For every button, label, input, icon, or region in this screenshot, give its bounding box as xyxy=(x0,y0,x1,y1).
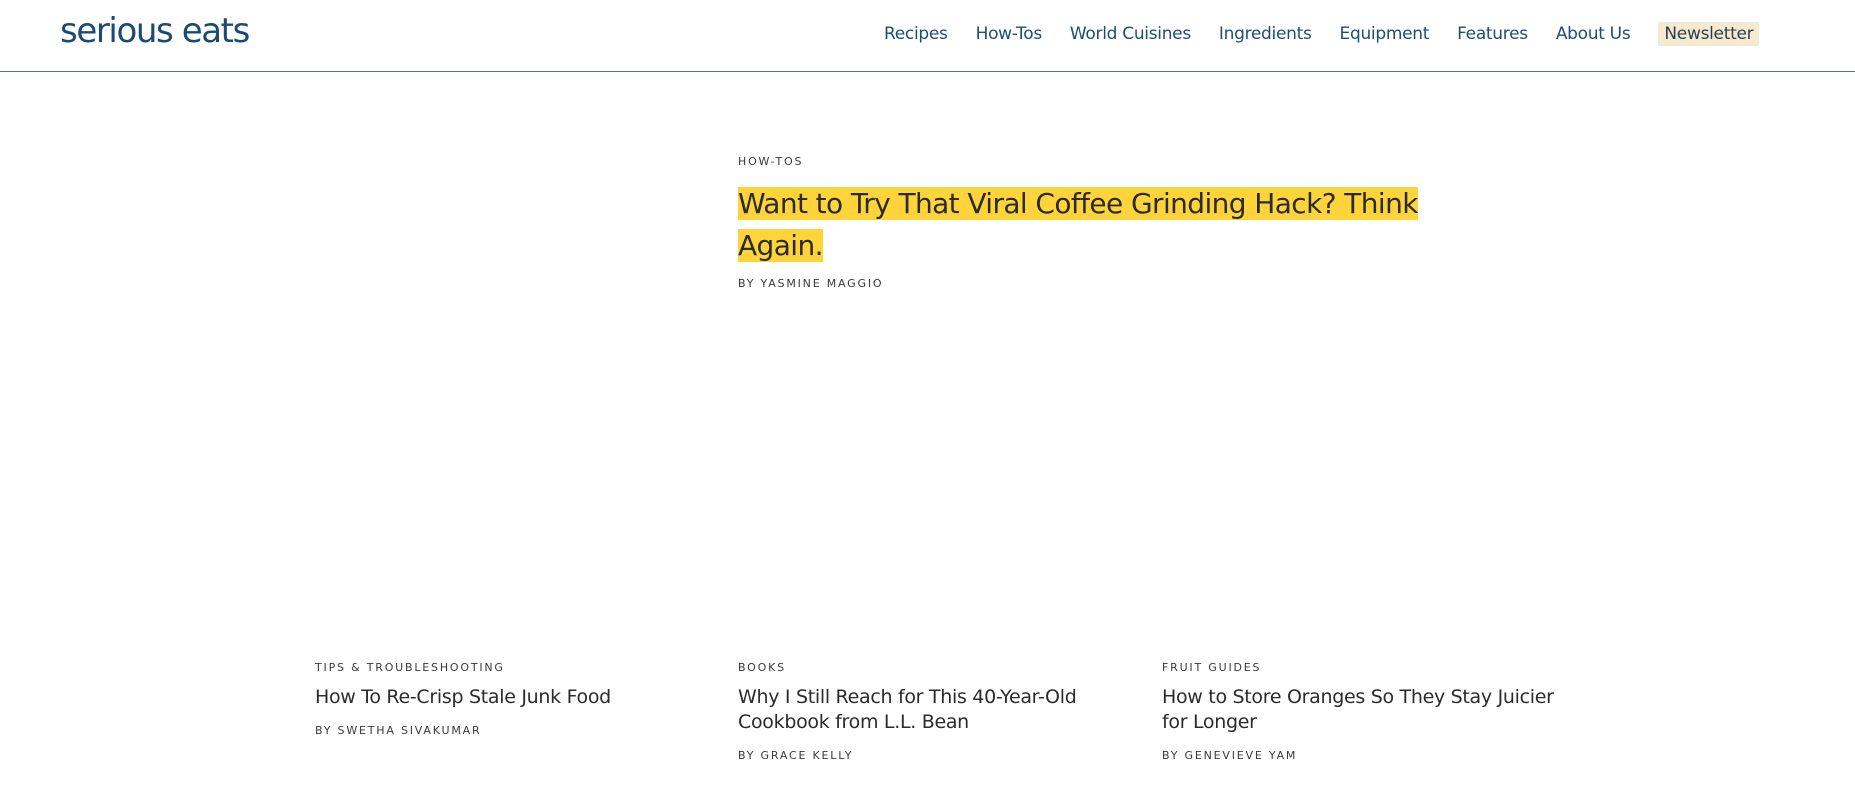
card-byline: BY SWETHA SIVAKUMAR xyxy=(315,724,482,737)
hero-category-link[interactable]: HOW-TOS xyxy=(738,155,803,168)
nav-how-tos[interactable]: How-Tos xyxy=(976,22,1043,46)
site-header: serious eats Recipes How-Tos World Cuisi… xyxy=(0,0,1855,72)
nav-newsletter-button[interactable]: Newsletter xyxy=(1658,22,1760,46)
nav-features[interactable]: Features xyxy=(1457,22,1528,46)
card-category[interactable]: FRUIT GUIDES xyxy=(1162,661,1261,674)
card-title[interactable]: How To Re-Crisp Stale Junk Food xyxy=(315,685,715,710)
nav-ingredients[interactable]: Ingredients xyxy=(1219,22,1312,46)
card-byline: BY GENEVIEVE YAM xyxy=(1162,749,1298,762)
nav-equipment[interactable]: Equipment xyxy=(1340,22,1430,46)
nav-recipes[interactable]: Recipes xyxy=(884,22,948,46)
card-category[interactable]: BOOKS xyxy=(738,661,786,674)
nav-world-cuisines[interactable]: World Cuisines xyxy=(1070,22,1191,46)
hero-title[interactable]: Want to Try That Viral Coffee Grinding H… xyxy=(738,183,1418,267)
hero-title-text[interactable]: Want to Try That Viral Coffee Grinding H… xyxy=(738,187,1418,262)
card-category[interactable]: TIPS & TROUBLESHOOTING xyxy=(315,661,505,674)
card-title[interactable]: Why I Still Reach for This 40-Year-Old C… xyxy=(738,685,1138,735)
main-nav: Recipes How-Tos World Cuisines Ingredien… xyxy=(884,22,1760,46)
site-logo[interactable]: serious eats xyxy=(60,11,250,51)
card-title[interactable]: How to Store Oranges So They Stay Juicie… xyxy=(1162,685,1562,735)
nav-about-us[interactable]: About Us xyxy=(1556,22,1631,46)
card-byline: BY GRACE KELLY xyxy=(738,749,854,762)
hero-byline: BY YASMINE MAGGIO xyxy=(738,277,884,290)
